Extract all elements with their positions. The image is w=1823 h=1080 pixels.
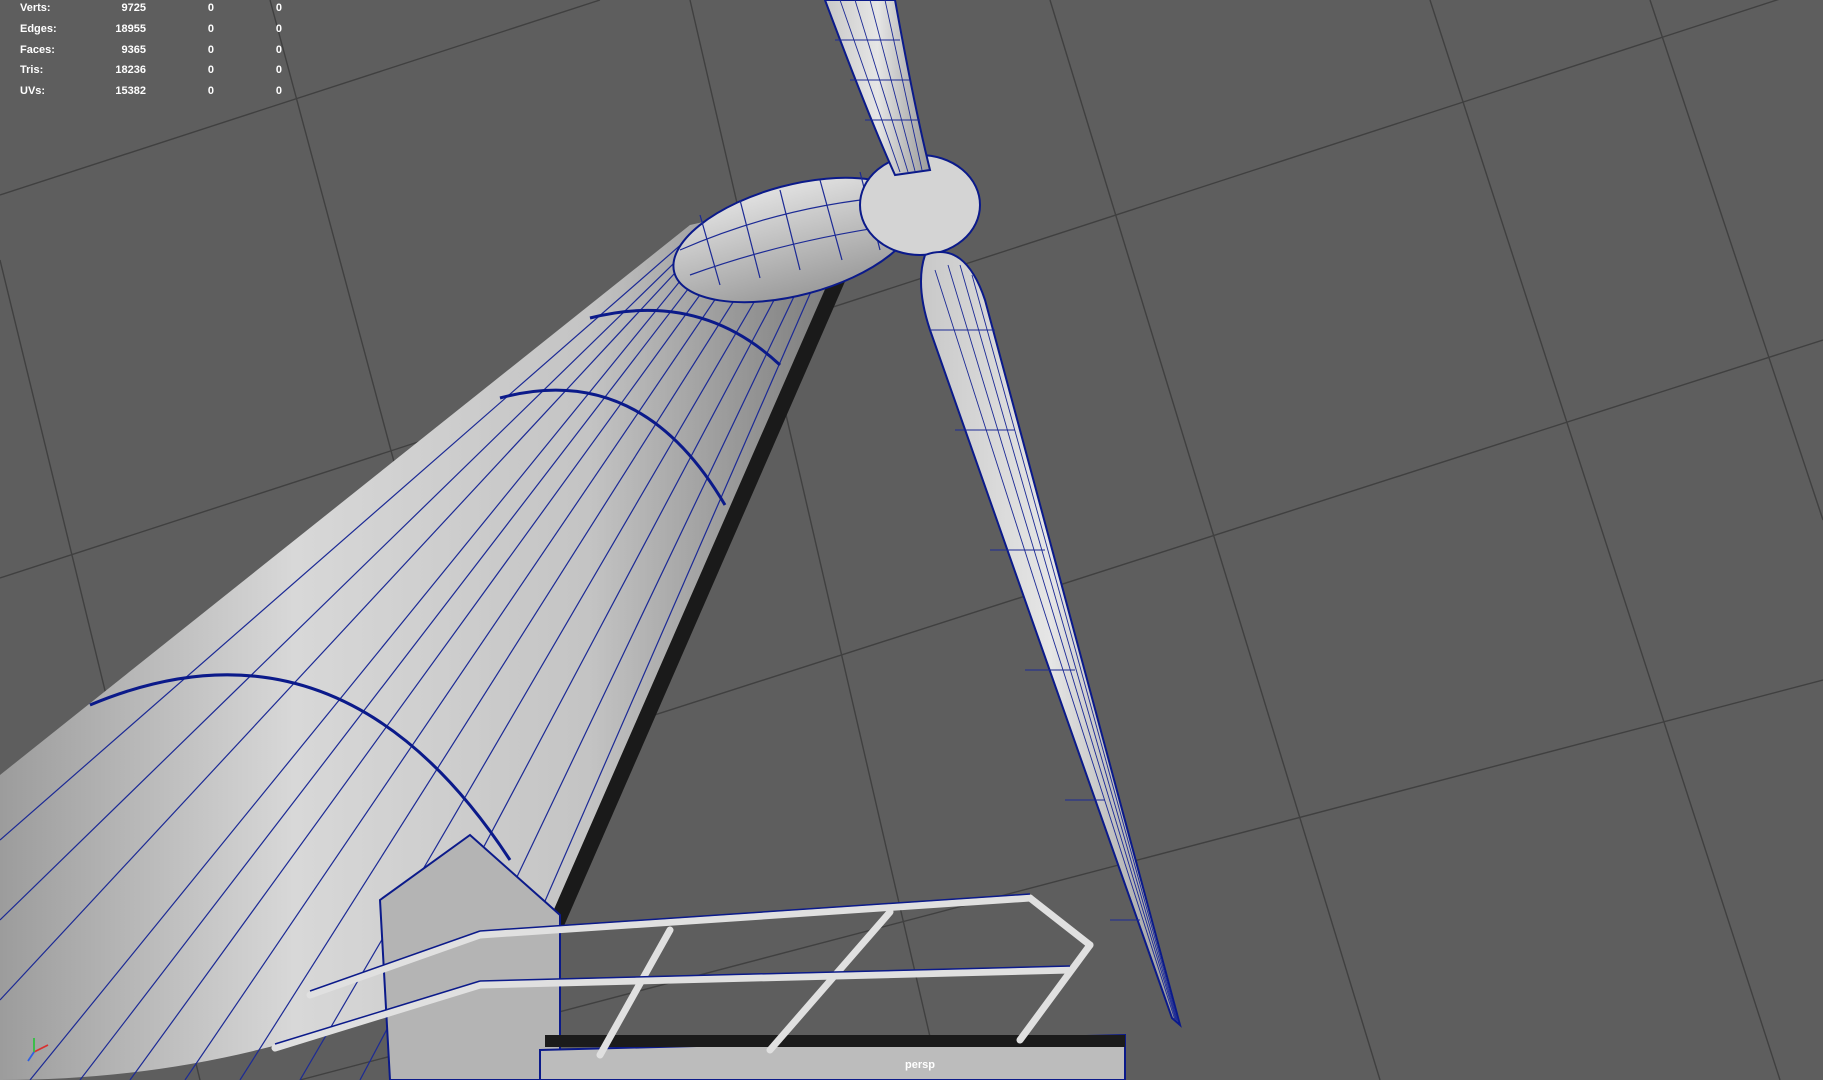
scene-render xyxy=(0,0,1823,1080)
axis-x-line xyxy=(33,1044,49,1053)
view-axis-icon xyxy=(27,1038,49,1062)
maya-perspective-viewport[interactable]: Verts: 9725 0 0 Edges: 18955 0 0 Faces: … xyxy=(0,0,1823,1080)
camera-name-label: persp xyxy=(905,1059,935,1071)
hud-label: Verts: xyxy=(20,2,51,14)
hud-value: 9725 xyxy=(121,2,146,14)
hud-value: 0 xyxy=(207,2,214,14)
hud-value: 0 xyxy=(275,2,282,14)
hud-value: 0 xyxy=(275,43,282,56)
hud-row-uvs: UVs: 15382 0 0 xyxy=(20,81,282,102)
hud-value: 0 xyxy=(275,64,282,77)
hud-value: 15382 xyxy=(115,85,146,98)
hud-value: 0 xyxy=(275,22,282,35)
poly-count-hud: Verts: 9725 0 0 Edges: 18955 0 0 Faces: … xyxy=(20,0,282,102)
hud-row-tris: Tris: 18236 0 0 xyxy=(20,60,282,81)
hud-value: 0 xyxy=(207,64,214,77)
hud-value: 0 xyxy=(207,22,214,35)
hud-value: 0 xyxy=(275,85,282,98)
hud-row-verts: Verts: 9725 0 0 xyxy=(20,0,282,19)
hud-value: 9365 xyxy=(121,43,146,56)
hud-value: 0 xyxy=(207,85,214,98)
hud-label: Edges: xyxy=(20,22,57,35)
hud-value: 0 xyxy=(207,43,214,56)
hud-row-faces: Faces: 9365 0 0 xyxy=(20,40,282,61)
hud-label: Faces: xyxy=(20,43,55,56)
axis-z-line xyxy=(27,1051,35,1062)
hud-value: 18955 xyxy=(115,22,146,35)
hud-row-edges: Edges: 18955 0 0 xyxy=(20,19,282,40)
hud-label: UVs: xyxy=(20,85,46,98)
blade-lower xyxy=(920,251,1182,1028)
hud-label: Tris: xyxy=(20,64,44,77)
blade-upper xyxy=(823,0,932,177)
hud-value: 18236 xyxy=(115,64,146,77)
